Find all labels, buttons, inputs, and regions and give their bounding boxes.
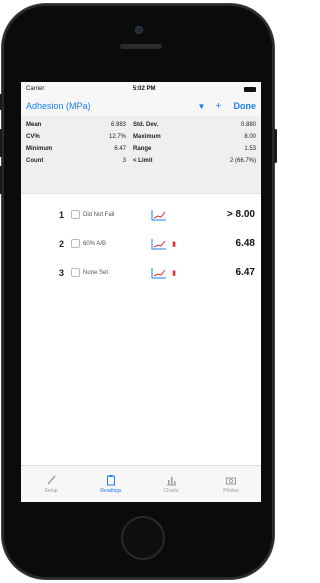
reading-row[interactable]: 1 Did Not Fail > 8.00 [21, 200, 261, 229]
clipboard-icon [107, 475, 115, 486]
checkbox-icon[interactable] [71, 210, 80, 219]
stat-value: 6.983 [110, 122, 126, 128]
reading-index: 1 [59, 209, 65, 220]
stat-label: CV% [26, 134, 40, 140]
tab-bar: Setup Readings Charts Photos [21, 465, 261, 502]
reading-row[interactable]: 2 60% A/B ▮ 6.48 [21, 229, 261, 258]
volume-up-button [0, 129, 2, 157]
phone-frame: Carrier 5:02 PM Adhesion (MPa) ▼ + Done … [0, 4, 277, 579]
stat-label: < Limit [133, 158, 153, 164]
tab-label: Photos [223, 488, 239, 494]
camera-icon [226, 477, 236, 485]
stat-value: 0.880 [240, 122, 256, 128]
reading-row[interactable]: 3 None Set ▮ 6.47 [21, 258, 261, 287]
trend-graph-icon[interactable] [151, 267, 167, 279]
tab-charts[interactable]: Charts [141, 466, 201, 502]
navigation-bar: Adhesion (MPa) ▼ + Done [21, 96, 261, 116]
add-button[interactable]: + [210, 101, 228, 112]
mute-switch [0, 94, 2, 110]
earpiece-speaker [120, 44, 162, 49]
measurement-selector[interactable]: Adhesion (MPa) [26, 101, 194, 111]
tab-photos[interactable]: Photos [201, 466, 261, 502]
pencil-icon [47, 475, 56, 485]
volume-down-button [0, 166, 2, 194]
power-button [274, 129, 277, 163]
home-button[interactable] [121, 516, 165, 560]
stat-label: Std. Dev. [133, 122, 159, 128]
dropdown-arrow-icon[interactable]: ▼ [194, 102, 210, 111]
stat-label: Mean [26, 122, 42, 128]
reading-index: 2 [59, 238, 65, 249]
tab-setup[interactable]: Setup [21, 466, 81, 502]
stat-label: Count [26, 158, 44, 164]
reading-label: None Set [83, 269, 109, 276]
carrier-label: Carrier [26, 86, 45, 92]
trend-graph-icon[interactable] [151, 238, 167, 250]
stat-value: 1.53 [244, 146, 256, 152]
app-screen: Carrier 5:02 PM Adhesion (MPa) ▼ + Done … [21, 82, 261, 502]
reading-index: 3 [59, 267, 65, 278]
stats-row: Minimum 6.47 Range 1.53 [26, 143, 256, 155]
reading-value: > 8.00 [226, 209, 255, 220]
tab-label: Charts [163, 488, 179, 494]
stat-label: Range [133, 146, 152, 152]
stat-label: Maximum [133, 134, 161, 140]
tab-label: Readings [100, 488, 122, 494]
stat-value: 12.7% [108, 134, 126, 140]
checkbox-icon[interactable] [71, 268, 80, 277]
tab-label: Setup [44, 488, 58, 494]
stat-value: 2 (66.7%) [229, 158, 256, 164]
readings-list: 1 Did Not Fail > 8.00 2 60% A/B ▮ 6.48 3… [21, 194, 261, 287]
status-bar: Carrier 5:02 PM [21, 82, 261, 96]
done-button[interactable]: Done [234, 101, 257, 111]
battery-icon [244, 86, 256, 92]
tab-readings[interactable]: Readings [81, 466, 141, 502]
reading-label: 60% A/B [83, 240, 107, 247]
stat-value: 8.00 [244, 134, 256, 140]
reading-value: 6.48 [235, 238, 255, 249]
warning-flag-icon: ▮ [172, 240, 176, 248]
stat-value: 3 [122, 158, 126, 164]
bar-chart-icon [167, 477, 176, 486]
warning-flag-icon: ▮ [172, 269, 176, 277]
stat-value: 6.47 [114, 146, 126, 152]
checkbox-icon[interactable] [71, 239, 80, 248]
front-camera [135, 26, 143, 34]
clock: 5:02 PM [132, 86, 156, 92]
reading-value: 6.47 [235, 267, 255, 278]
stat-label: Minimum [26, 146, 53, 152]
stats-row: Count 3 < Limit 2 (66.7%) [26, 155, 256, 167]
stats-row: CV% 12.7% Maximum 8.00 [26, 131, 256, 143]
stats-row: Mean 6.983 Std. Dev. 0.880 [26, 119, 256, 131]
trend-graph-icon[interactable] [151, 209, 167, 221]
statistics-panel: Mean 6.983 Std. Dev. 0.880 CV% 12.7% Max… [21, 116, 261, 194]
reading-label: Did Not Fail [83, 211, 115, 218]
